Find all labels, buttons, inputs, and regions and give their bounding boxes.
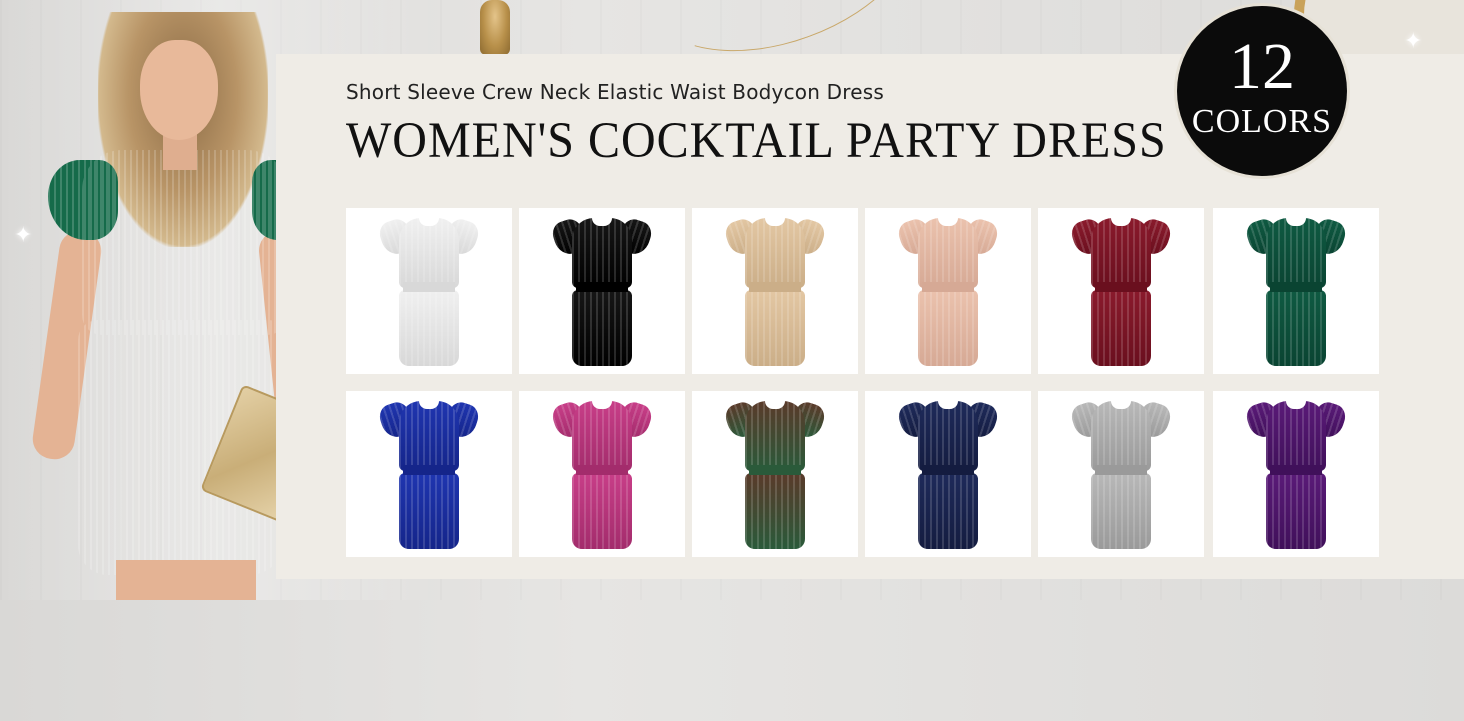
color-swatch-tile[interactable] [1213, 391, 1379, 557]
color-swatch-tile[interactable] [865, 208, 1031, 374]
dress-skirt [918, 290, 978, 366]
color-swatch-tile[interactable] [865, 391, 1031, 557]
dress-skirt [399, 473, 459, 549]
dress-bodice [399, 218, 459, 288]
dress-waistband [1095, 282, 1147, 292]
dress-bodice [745, 218, 805, 288]
dress-waistband [403, 465, 455, 475]
dress-color-variant [722, 216, 828, 368]
dress-color-variant [376, 216, 482, 368]
dress-skirt [745, 473, 805, 549]
dress-color-variant [895, 216, 1001, 368]
product-title: WOMEN'S COCKTAIL PARTY DRESS [346, 113, 1167, 169]
dress-bodice [572, 401, 632, 471]
dress-color-variant [895, 399, 1001, 551]
badge-label: COLORS [1191, 103, 1333, 140]
dress-bodice [1091, 218, 1151, 288]
sparkle-icon: ✦ [1404, 28, 1423, 53]
dress-waistband [922, 465, 974, 475]
model-legs [116, 560, 256, 600]
gold-ornament [480, 0, 510, 55]
dress-bodice [1266, 401, 1326, 471]
dress-skirt [572, 473, 632, 549]
color-swatch-tile[interactable] [519, 208, 685, 374]
dress-color-variant [376, 399, 482, 551]
dress-skirt [1091, 473, 1151, 549]
dress-color-variant [1243, 216, 1349, 368]
color-swatch-tile[interactable] [1038, 208, 1204, 374]
color-swatch-tile[interactable] [346, 208, 512, 374]
dress-color-variant [1068, 216, 1174, 368]
dress-bodice [572, 218, 632, 288]
dress-waistband [1270, 465, 1322, 475]
dress-skirt [1091, 290, 1151, 366]
dress-color-variant [722, 399, 828, 551]
badge-number: 12 [1229, 30, 1295, 103]
dress-bodice [745, 401, 805, 471]
dress-bodice [918, 218, 978, 288]
colors-count-badge: 12 COLORS [1177, 6, 1347, 176]
dress-color-variant [549, 399, 655, 551]
dress-skirt [745, 290, 805, 366]
dress-skirt [918, 473, 978, 549]
dress-waistband [576, 465, 628, 475]
dress-skirt [1266, 290, 1326, 366]
color-swatch-tile[interactable] [519, 391, 685, 557]
dress-waistband [1095, 465, 1147, 475]
model-face [140, 40, 218, 140]
dress-waistband [749, 465, 801, 475]
model-dress-bodice [82, 150, 287, 335]
dress-bodice [1266, 218, 1326, 288]
dress-waistband [403, 282, 455, 292]
dress-waistband [576, 282, 628, 292]
dress-color-variant [1068, 399, 1174, 551]
color-swatch-tile[interactable] [1038, 391, 1204, 557]
dress-color-variant [1243, 399, 1349, 551]
dress-skirt [1266, 473, 1326, 549]
dress-bodice [918, 401, 978, 471]
dress-waistband [1270, 282, 1322, 292]
color-swatch-tile[interactable] [1213, 208, 1379, 374]
product-subtitle: Short Sleeve Crew Neck Elastic Waist Bod… [346, 80, 884, 104]
color-swatch-tile[interactable] [346, 391, 512, 557]
dress-skirt [572, 290, 632, 366]
dress-bodice [399, 401, 459, 471]
dress-color-variant [549, 216, 655, 368]
dress-skirt [399, 290, 459, 366]
color-swatch-tile[interactable] [692, 391, 858, 557]
model-photo [20, 0, 332, 600]
color-swatch-tile[interactable] [692, 208, 858, 374]
dress-bodice [1091, 401, 1151, 471]
dress-waistband [749, 282, 801, 292]
dress-waistband [922, 282, 974, 292]
